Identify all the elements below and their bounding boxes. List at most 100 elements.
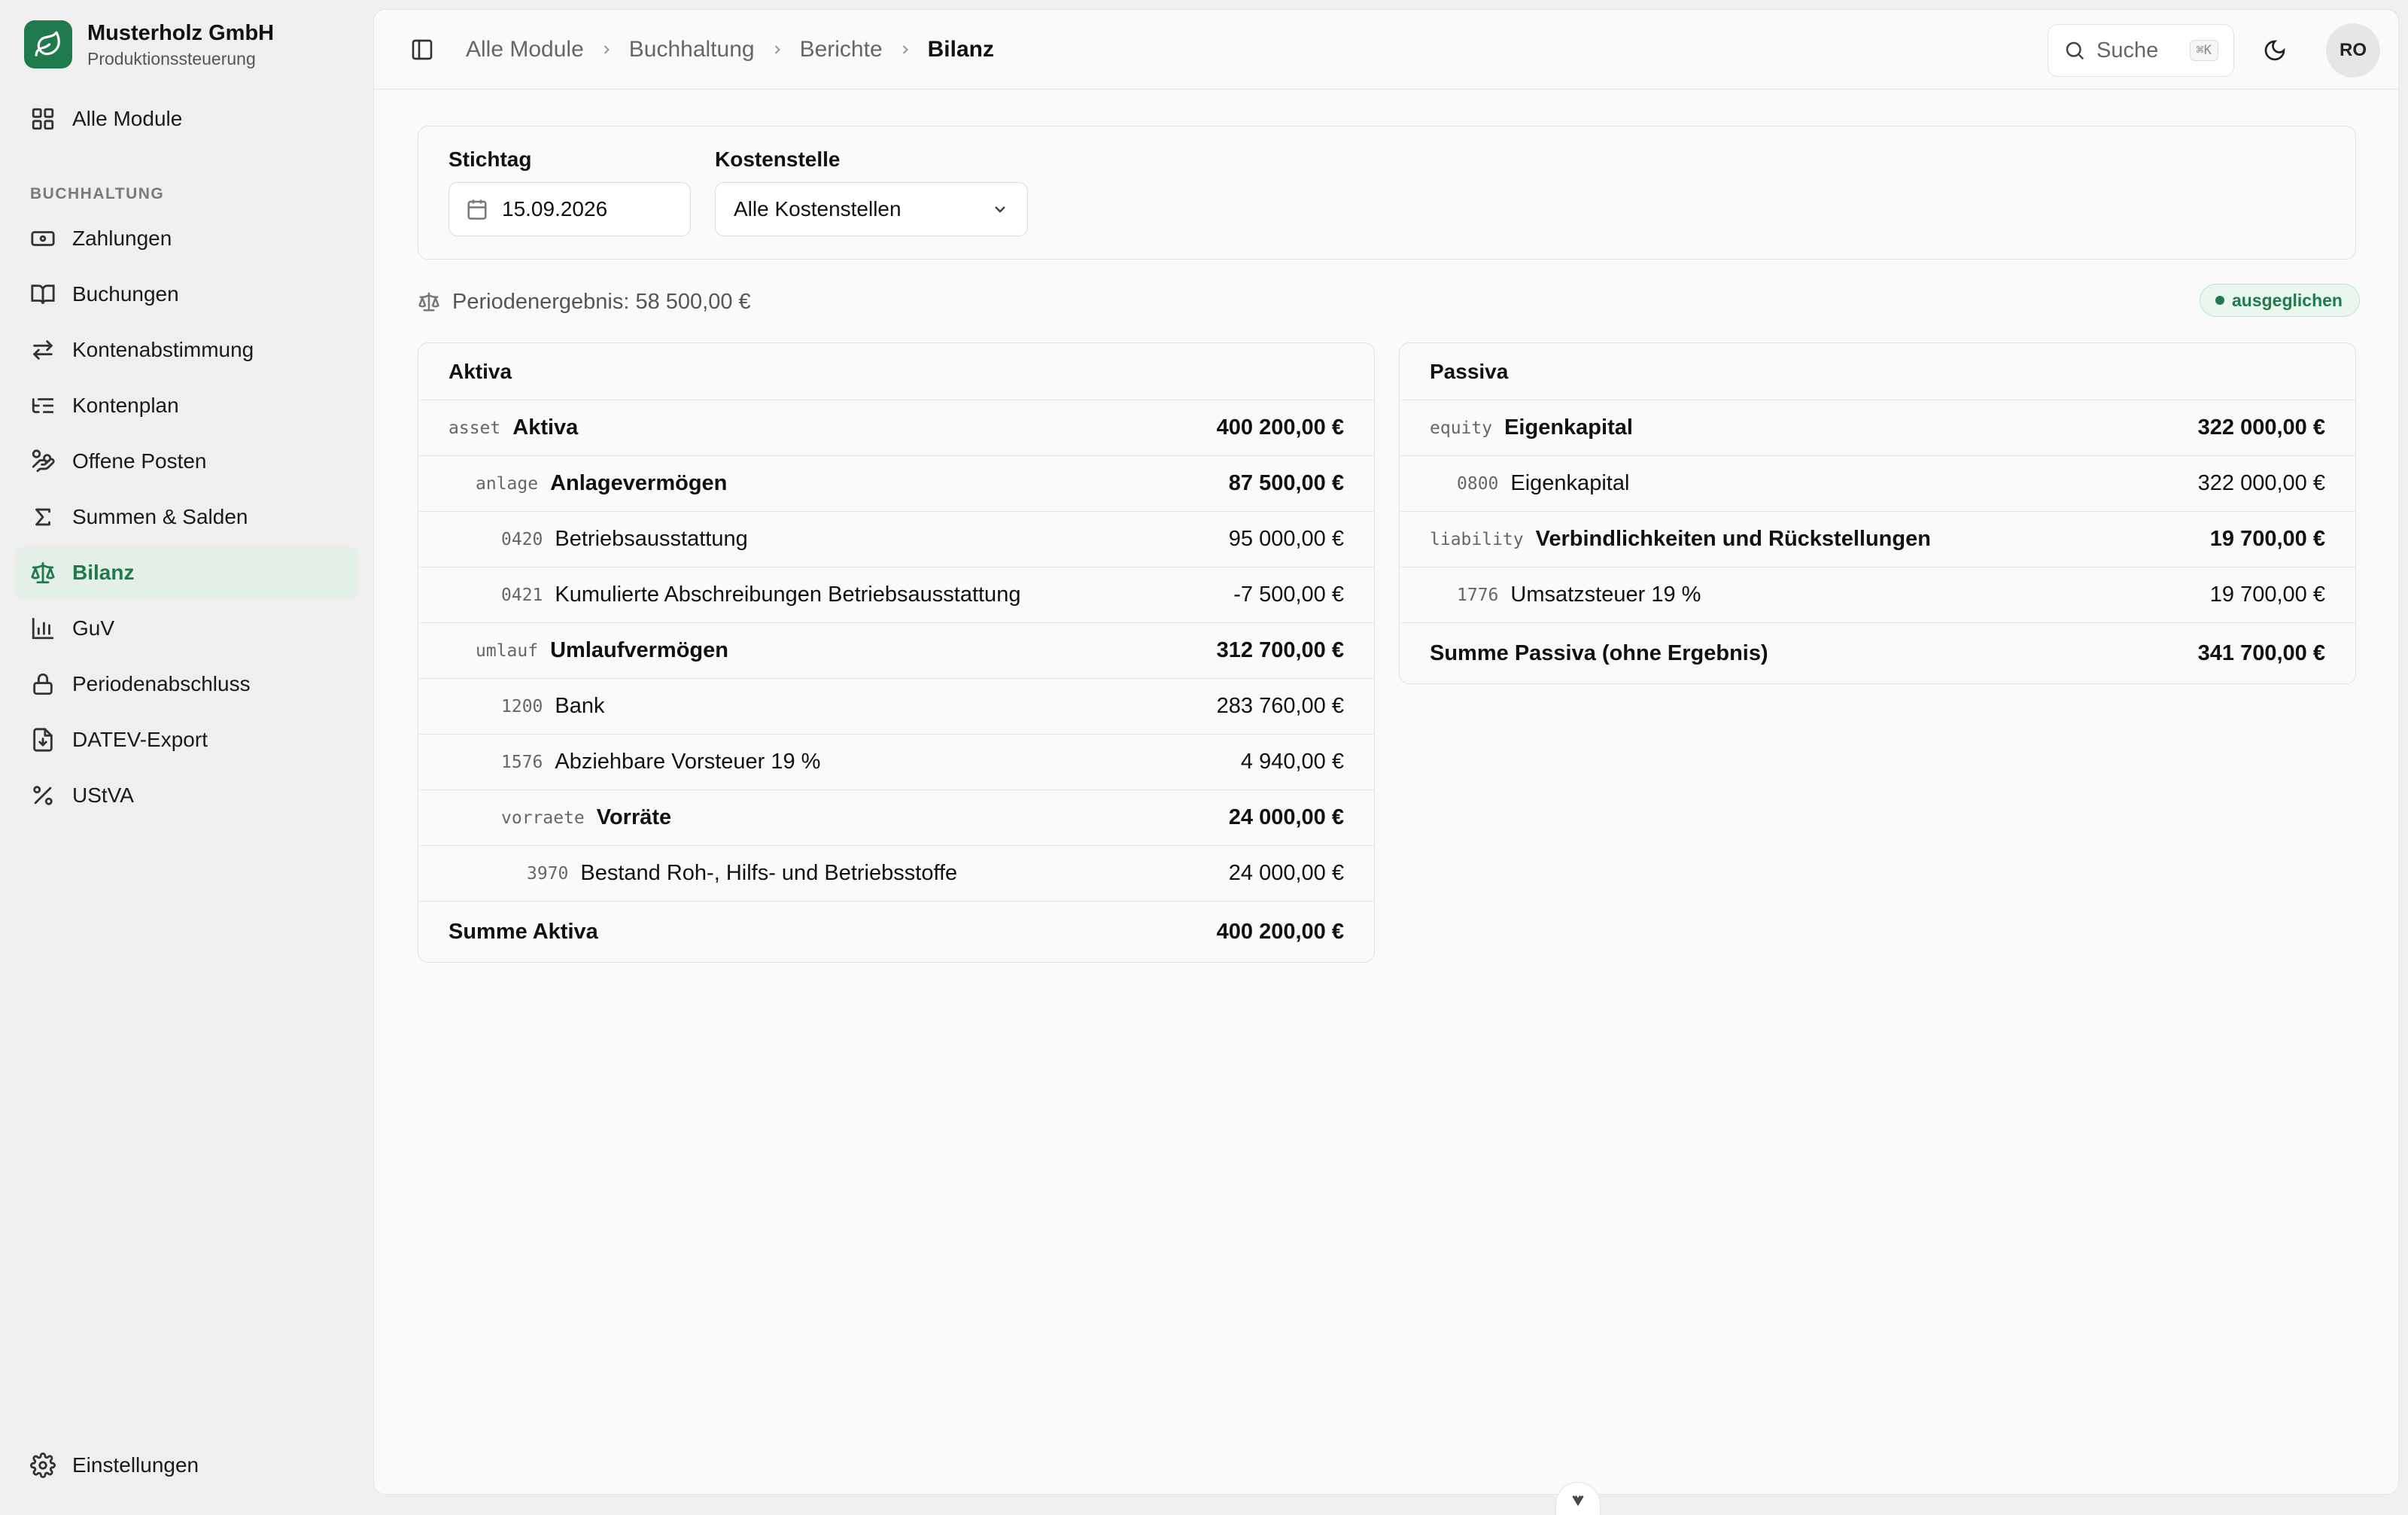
table-row: 0420 Betriebsausstattung 95 000,00 € — [418, 512, 1374, 567]
account-name: Vorräte — [596, 805, 672, 829]
sidebar-item-guv[interactable]: GuV — [15, 602, 358, 655]
main-panel: Alle Module Buchhaltung Berichte Bilanz … — [373, 9, 2399, 1515]
scale-icon — [31, 561, 55, 584]
table-row: equity Eigenkapital 322 000,00 € — [1400, 400, 2355, 456]
sidebar-item-label: Bilanz — [72, 561, 135, 584]
sidebar-item-kontenplan[interactable]: Kontenplan — [15, 379, 358, 432]
account-name: Aktiva — [512, 415, 579, 440]
total-label: Summe Aktiva — [448, 919, 598, 944]
sidebar-item-summen-salden[interactable]: Summen & Salden — [15, 491, 358, 543]
table-row: 3970 Bestand Roh-, Hilfs- und Betriebsst… — [418, 846, 1374, 902]
calendar-icon — [467, 199, 487, 220]
period-result-text: Periodenergebnis: 58 500,00 € — [452, 289, 751, 314]
grid-icon — [32, 108, 54, 130]
sidebar-item-label: Summen & Salden — [72, 505, 248, 528]
company-subtitle: Produktionssteuerung — [87, 49, 256, 68]
search-label: Suche — [2096, 38, 2159, 62]
sidebar-toggle-button[interactable] — [409, 36, 436, 63]
aktiva-table: Aktiva asset Aktiva 400 200,00 € anlage … — [418, 342, 1375, 963]
breadcrumb-item-berichte[interactable]: Berichte — [800, 37, 883, 62]
sidebar-item-label: Offene Posten — [72, 449, 207, 473]
sidebar-item-datev-export[interactable]: DATEV-Export — [15, 713, 358, 766]
sidebar-item-label: UStVA — [72, 783, 134, 807]
search-button[interactable]: Suche ⌘K — [2048, 24, 2234, 77]
total-row: Summe Aktiva 400 200,00 € — [418, 902, 1374, 962]
account-name: Abziehbare Vorsteuer 19 % — [555, 750, 821, 774]
cost-center-select[interactable]: Alle Kostenstellen — [715, 182, 1028, 236]
chevron-right-icon — [604, 45, 610, 54]
chevron-right-icon — [902, 45, 908, 54]
breadcrumb: Alle Module Buchhaltung Berichte Bilanz — [466, 31, 994, 68]
account-amount: 24 000,00 € — [1228, 805, 1344, 829]
scale-icon — [418, 292, 439, 312]
sidebar-item-bilanz[interactable]: Bilanz — [15, 546, 358, 599]
search-icon — [2066, 41, 2084, 60]
account-name: Umsatzsteuer 19 % — [1510, 583, 1701, 607]
sidebar-item-zahlungen[interactable]: Zahlungen — [15, 212, 358, 265]
account-name: Umlaufvermögen — [550, 638, 728, 662]
account-code: umlauf — [476, 640, 539, 661]
sidebar-item-periodenabschluss[interactable]: Periodenabschluss — [15, 658, 358, 710]
account-amount: 400 200,00 € — [1216, 415, 1344, 440]
sidebar-item-label: GuV — [72, 616, 115, 640]
breadcrumb-item-alle-module[interactable]: Alle Module — [466, 37, 584, 62]
devtools-handle-button[interactable] — [1555, 1482, 1601, 1515]
total-amount: 341 700,00 € — [2197, 640, 2325, 665]
account-amount: 19 700,00 € — [2209, 527, 2325, 551]
leaf-logo-icon — [24, 20, 72, 68]
gear-icon — [30, 1453, 56, 1478]
passiva-table: Passiva equity Eigenkapital 322 000,00 €… — [1399, 342, 2356, 684]
account-code: asset — [448, 418, 501, 438]
account-name: Bank — [555, 694, 605, 718]
sidebar-item-einstellungen[interactable]: Einstellungen — [15, 1439, 358, 1492]
file-download-icon — [33, 728, 53, 752]
table-row: umlauf Umlaufvermögen 312 700,00 € — [418, 623, 1374, 679]
account-amount: 19 700,00 € — [2209, 583, 2325, 607]
total-row: Summe Passiva (ohne Ergebnis) 341 700,00… — [1400, 623, 2355, 683]
sidebar-item-kontenabstimmung[interactable]: Kontenabstimmung — [15, 324, 358, 376]
table-row: 0421 Kumulierte Abschreibungen Betriebsa… — [418, 567, 1374, 623]
account-amount: 87 500,00 € — [1228, 471, 1344, 495]
table-row: vorraete Vorräte 24 000,00 € — [418, 790, 1374, 846]
sidebar-item-alle-module[interactable]: Alle Module — [15, 93, 358, 145]
table-row: 1576 Abziehbare Vorsteuer 19 % 4 940,00 … — [418, 735, 1374, 790]
hand-coins-icon — [32, 449, 55, 473]
sigma-icon — [35, 508, 50, 526]
account-name: Bestand Roh-, Hilfs- und Betriebsstoffe — [580, 861, 958, 885]
chevron-down-icon — [995, 206, 1005, 213]
account-amount: 312 700,00 € — [1216, 638, 1344, 662]
breadcrumb-item-buchhaltung[interactable]: Buchhaltung — [629, 37, 755, 62]
sidebar-item-label: Periodenabschluss — [72, 672, 251, 695]
brand[interactable]: Musterholz GmbH Produktionssteuerung — [24, 20, 274, 69]
date-field[interactable]: 15.09.2026 — [448, 182, 691, 236]
cost-center-value: Alle Kostenstellen — [734, 197, 901, 221]
sidebar-item-label: Kontenplan — [72, 394, 179, 417]
book-icon — [31, 284, 55, 305]
sidebar: Musterholz GmbH Produktionssteuerung All… — [0, 0, 373, 1505]
breadcrumb-item-bilanz: Bilanz — [927, 37, 994, 62]
status-dot-icon — [2215, 296, 2224, 305]
account-code: 3970 — [527, 863, 569, 884]
date-value: 15.09.2026 — [502, 197, 608, 221]
account-amount: 322 000,00 € — [2197, 415, 2325, 440]
list-tree-icon — [32, 398, 54, 413]
search-shortcut: ⌘K — [2189, 40, 2218, 61]
sidebar-item-buchungen[interactable]: Buchungen — [15, 268, 358, 321]
status-badge-label: ausgeglichen — [2232, 290, 2343, 310]
account-code: 0421 — [501, 585, 543, 605]
sidebar-item-offene-posten[interactable]: Offene Posten — [15, 435, 358, 488]
avatar[interactable]: RO — [2326, 23, 2380, 78]
sidebar-item-label: Zahlungen — [72, 227, 172, 250]
sidebar-section-label: BUCHHALTUNG — [30, 185, 165, 202]
account-amount: 283 760,00 € — [1216, 694, 1344, 718]
account-code: 1776 — [1457, 585, 1499, 605]
table-row: 1776 Umsatzsteuer 19 % 19 700,00 € — [1400, 567, 2355, 623]
sidebar-item-label: DATEV-Export — [72, 728, 208, 751]
date-label: Stichtag — [448, 148, 532, 171]
account-name: Anlagevermögen — [550, 471, 728, 495]
theme-toggle-button[interactable] — [2261, 37, 2288, 64]
sidebar-item-label: Kontenabstimmung — [72, 338, 254, 361]
sidebar-item-ustva[interactable]: UStVA — [15, 769, 358, 822]
account-amount: 4 940,00 € — [1240, 750, 1344, 774]
account-code: 1576 — [501, 752, 543, 772]
